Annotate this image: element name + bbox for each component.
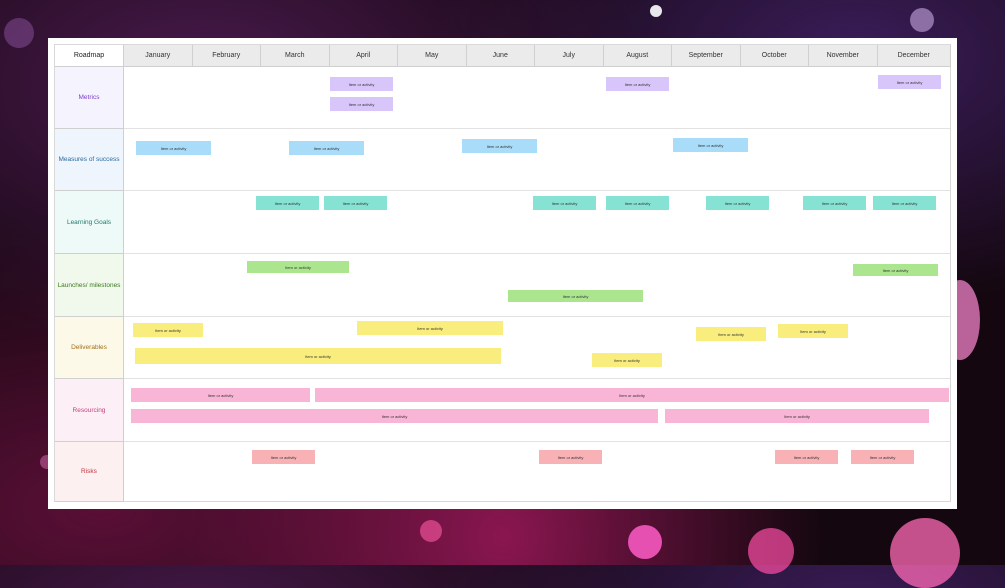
row-label-risks: Risks xyxy=(55,442,124,502)
month-header-may: May xyxy=(398,45,467,67)
activity-card[interactable]: Item or activity xyxy=(696,327,766,341)
activity-card[interactable]: Item or activity xyxy=(289,141,364,155)
activity-card[interactable]: Item or activity xyxy=(252,450,315,464)
activity-card[interactable]: Item or activity xyxy=(606,77,669,91)
activity-card[interactable]: Item or activity xyxy=(136,141,211,155)
month-header-february: February xyxy=(192,45,261,67)
month-header-september: September xyxy=(672,45,741,67)
row-label-launches-milestones: Launches/ milestones xyxy=(55,254,124,317)
activity-card[interactable]: Item or activity xyxy=(256,196,319,210)
roadmap-corner-label: Roadmap xyxy=(55,45,124,67)
row-divider xyxy=(124,67,950,129)
activity-card[interactable]: Item or activity xyxy=(775,450,838,464)
bokeh-light xyxy=(628,525,662,559)
activity-card[interactable]: Item or activity xyxy=(135,348,501,364)
activity-card[interactable]: Item or activity xyxy=(778,324,848,338)
month-header-june: June xyxy=(466,45,535,67)
bokeh-light xyxy=(890,518,960,588)
bokeh-light xyxy=(4,18,34,48)
activity-card[interactable]: Item or activity xyxy=(539,450,602,464)
activity-card[interactable]: Item or activity xyxy=(462,139,537,153)
activity-card[interactable]: Item or activity xyxy=(878,75,941,89)
activity-card[interactable]: Item or activity xyxy=(803,196,866,210)
activity-card[interactable]: Item or activity xyxy=(592,353,662,367)
bokeh-light xyxy=(420,520,442,542)
activity-card[interactable]: Item or activity xyxy=(673,138,748,152)
activity-card[interactable]: Item or activity xyxy=(247,261,349,273)
bokeh-light xyxy=(650,5,662,17)
activity-card[interactable]: Item or activity xyxy=(706,196,769,210)
activity-card[interactable]: Item or activity xyxy=(330,97,393,111)
activity-card[interactable]: Item or activity xyxy=(533,196,596,210)
row-label-measures-of-success: Measures of success xyxy=(55,129,124,191)
activity-card[interactable]: Item or activity xyxy=(357,321,503,335)
activity-card[interactable]: Item or activity xyxy=(330,77,393,91)
activity-card[interactable]: Item or activity xyxy=(315,388,949,402)
bokeh-light xyxy=(910,8,934,32)
month-header-august: August xyxy=(603,45,672,67)
activity-card[interactable]: Item or activity xyxy=(606,196,669,210)
month-header-october: October xyxy=(740,45,809,67)
activity-card[interactable]: Item or activity xyxy=(131,388,310,402)
month-header-july: July xyxy=(535,45,604,67)
activity-card[interactable]: Item or activity xyxy=(131,409,658,423)
activity-card[interactable]: Item or activity xyxy=(133,323,203,337)
month-header-april: April xyxy=(329,45,398,67)
row-label-deliverables: Deliverables xyxy=(55,317,124,379)
row-divider xyxy=(124,129,950,191)
month-header-november: November xyxy=(809,45,878,67)
month-header-december: December xyxy=(877,45,951,67)
month-header-january: January xyxy=(124,45,193,67)
roadmap-grid: Roadmap January February March April May… xyxy=(54,44,951,502)
row-label-resourcing: Resourcing xyxy=(55,379,124,442)
activity-card[interactable]: Item or activity xyxy=(851,450,914,464)
row-label-metrics: Metrics xyxy=(55,67,124,129)
bokeh-light xyxy=(748,528,794,574)
activity-card[interactable]: Item or activity xyxy=(665,409,929,423)
activity-card[interactable]: Item or activity xyxy=(853,264,938,276)
roadmap-board: Roadmap January February March April May… xyxy=(48,38,957,509)
activity-card[interactable]: Item or activity xyxy=(324,196,387,210)
month-header-march: March xyxy=(261,45,330,67)
activity-card[interactable]: Item or activity xyxy=(508,290,643,302)
activity-card[interactable]: Item or activity xyxy=(873,196,936,210)
row-label-learning-goals: Learning Goals xyxy=(55,191,124,254)
